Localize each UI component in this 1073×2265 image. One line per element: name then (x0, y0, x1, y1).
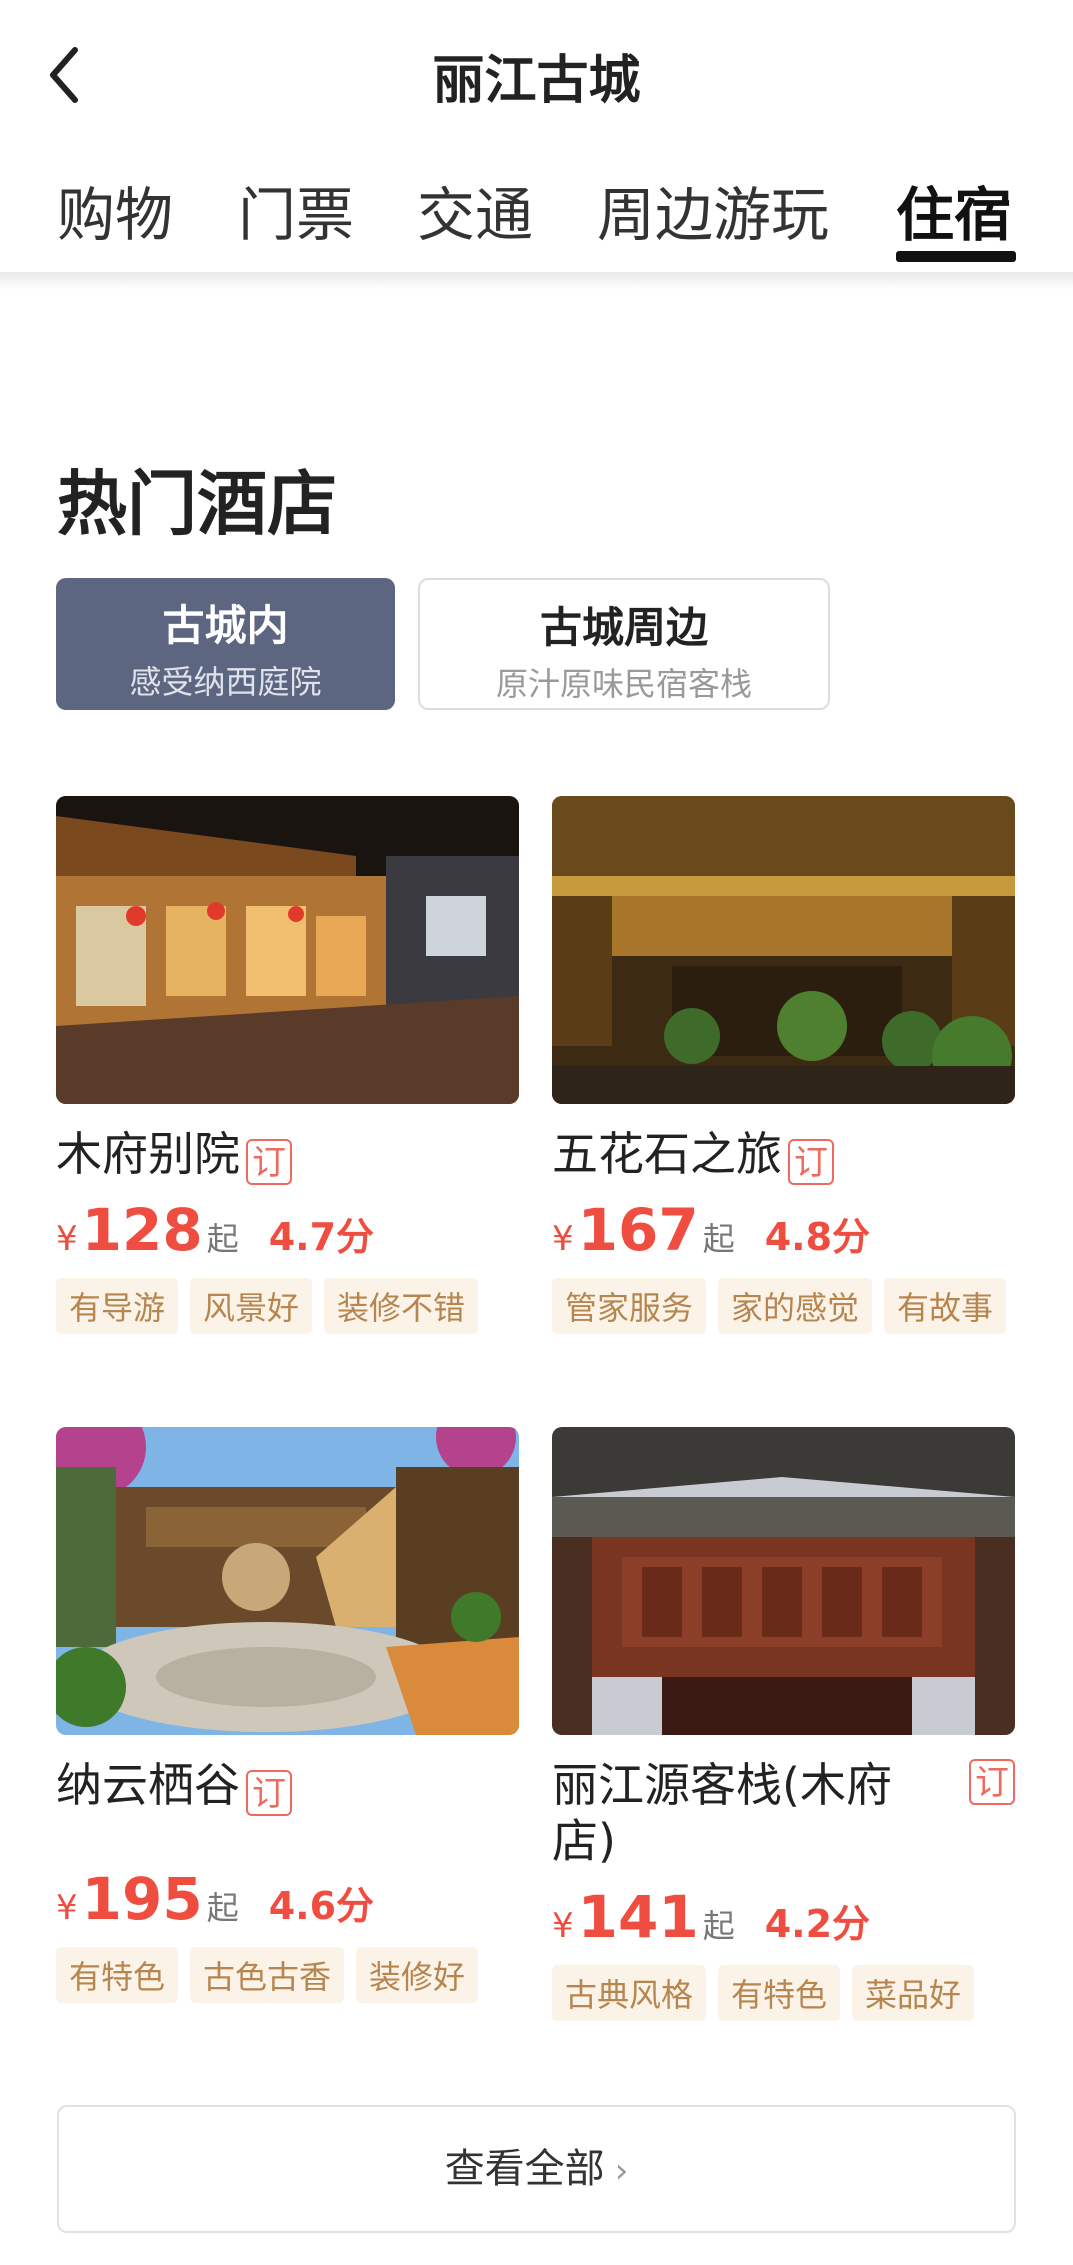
active-tab-indicator (896, 251, 1016, 262)
currency-symbol: ¥ (56, 1219, 78, 1259)
view-all-button[interactable]: 查看全部 › (57, 2105, 1016, 2233)
tab-transport[interactable]: 交通 (417, 168, 533, 252)
hotel-tag: 菜品好 (852, 1965, 975, 2021)
hotel-tag: 古典风格 (552, 1965, 707, 2021)
filter-title: 古城内 (162, 601, 289, 650)
hotel-tag: 风景好 (190, 1278, 313, 1334)
hotel-tag: 有特色 (718, 1965, 841, 2021)
filter-subtitle: 原汁原味民宿客栈 (495, 665, 752, 703)
filter-surroundings[interactable]: 古城周边 原汁原味民宿客栈 (418, 578, 830, 710)
hotel-rating: 4.7分 (268, 1215, 375, 1259)
currency-symbol: ¥ (552, 1906, 574, 1946)
hotel-tag: 管家服务 (552, 1278, 707, 1334)
hotel-name: 木府别院 (56, 1127, 240, 1181)
hotel-rating: 4.6分 (268, 1884, 375, 1928)
hotel-price: 195 (81, 1865, 203, 1933)
hotel-card[interactable]: 五花石之旅订 ¥ 167 起 4.8分 管家服务 家的感觉 有故事 (552, 796, 1015, 1334)
price-suffix: 起 (206, 1220, 239, 1258)
hotel-photo[interactable] (56, 796, 519, 1104)
hotel-rating: 4.8分 (764, 1215, 871, 1259)
tab-nearby[interactable]: 周边游玩 (597, 168, 829, 252)
price-suffix: 起 (702, 1220, 735, 1258)
filter-subtitle: 感受纳西庭院 (129, 663, 322, 701)
hotel-tag: 装修好 (356, 1947, 479, 2003)
chevron-right-icon: › (614, 2151, 629, 2191)
booking-badge: 订 (969, 1759, 1015, 1805)
booking-badge: 订 (246, 1769, 292, 1816)
hotel-tag: 家的感觉 (718, 1278, 873, 1334)
hotel-tag: 装修不错 (324, 1278, 479, 1334)
view-all-label: 查看全部 (444, 2146, 605, 2192)
hotel-price: 141 (577, 1883, 699, 1951)
currency-symbol: ¥ (552, 1219, 574, 1259)
hotel-photo[interactable] (552, 796, 1015, 1104)
filter-old-town[interactable]: 古城内 感受纳西庭院 (56, 578, 395, 710)
tab-tickets[interactable]: 门票 (238, 168, 354, 252)
price-suffix: 起 (206, 1889, 239, 1927)
hotel-rating: 4.2分 (764, 1902, 871, 1946)
top-bar: 丽江古城 (0, 0, 1073, 145)
hotel-tag: 有导游 (56, 1278, 179, 1334)
hotel-photo[interactable] (56, 1427, 519, 1735)
section-title: 热门酒店 (57, 463, 337, 545)
booking-badge: 订 (246, 1138, 292, 1185)
hotel-card[interactable]: 木府别院订 ¥ 128 起 4.7分 有导游 风景好 装修不错 (56, 796, 519, 1334)
booking-badge: 订 (788, 1138, 834, 1185)
page-title: 丽江古城 (432, 51, 641, 111)
hotel-name: 五花石之旅 (552, 1127, 782, 1181)
tabs-divider (0, 272, 1073, 290)
tab-shopping[interactable]: 购物 (57, 168, 173, 252)
hotel-card[interactable]: 纳云栖谷订 ¥ 195 起 4.6分 有特色 古色古香 装修好 (56, 1427, 519, 2003)
filter-title: 古城周边 (539, 603, 708, 652)
hotel-name: 丽江源客栈(木府店) (552, 1758, 892, 1868)
hotel-card[interactable]: 丽江源客栈(木府店) 订 ¥ 141 起 4.2分 古典风格 有特色 菜品好 (552, 1427, 1015, 2021)
hotel-name: 纳云栖谷 (56, 1758, 240, 1812)
price-suffix: 起 (702, 1907, 735, 1945)
hotel-price: 128 (81, 1196, 203, 1264)
tab-accommodation[interactable]: 住宿 (896, 168, 1012, 252)
hotel-photo[interactable] (552, 1427, 1015, 1735)
hotel-tag: 有特色 (56, 1947, 179, 2003)
currency-symbol: ¥ (56, 1888, 78, 1928)
hotel-tag: 古色古香 (190, 1947, 345, 2003)
hotel-tag: 有故事 (884, 1278, 1007, 1334)
hotel-price: 167 (577, 1196, 699, 1264)
